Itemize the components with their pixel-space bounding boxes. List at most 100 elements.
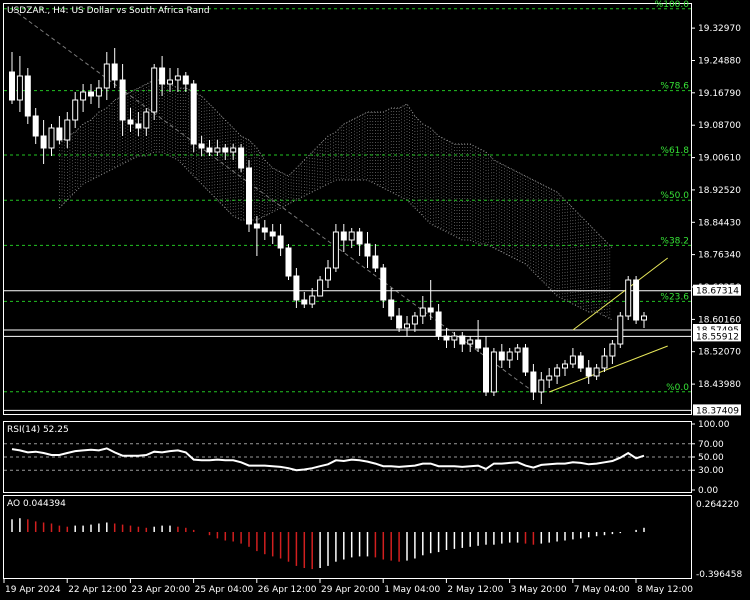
rsi-tick-label: 0.00 [698, 486, 718, 496]
time-tick-label: 22 Apr 12:00 [68, 585, 127, 595]
candle-body-bearish [222, 147, 229, 153]
candle-body-bearish [530, 371, 537, 393]
candle-body-bearish [293, 275, 300, 301]
candle-body-bearish [261, 227, 268, 233]
time-tick-label: 3 May 20:00 [511, 585, 567, 595]
fib-level-label: %61.8 [660, 146, 689, 156]
candle-body-bearish [190, 83, 197, 145]
candle-body-bullish [419, 307, 426, 317]
fib-level-label: %23.6 [660, 292, 689, 302]
candle-body-bullish [554, 367, 561, 377]
candle [522, 344, 529, 376]
price-tick-label: 18.84430 [698, 218, 741, 228]
candle-body-bullish [80, 91, 87, 101]
time-tick-label: 2 May 12:00 [447, 585, 503, 595]
rsi-title: RSI(14) 52.25 [7, 425, 69, 435]
price-tick-label: 18.43980 [698, 380, 741, 390]
price-tick-label: 18.76340 [698, 251, 741, 261]
fib-level-label: %100.0 [655, 0, 690, 10]
candle [617, 312, 624, 348]
candle-body-bearish [88, 91, 94, 97]
candle [190, 80, 197, 152]
candle-body-bearish [522, 347, 529, 373]
candle-body-bearish [277, 235, 284, 249]
price-level-label: 18.67314 [696, 287, 739, 297]
price-level-label: 18.37409 [696, 406, 739, 416]
time-tick-label: 1 May 04:00 [384, 585, 440, 595]
candle [151, 64, 158, 120]
candle-body-bullish [562, 363, 568, 369]
time-tick-label: 19 Apr 2024 [5, 585, 61, 595]
time-tick-label: 29 Apr 20:00 [321, 585, 380, 595]
candle-body-bearish [427, 307, 434, 313]
candle-body-bearish [459, 335, 466, 345]
candle-body-bearish [40, 135, 47, 149]
candle-body-bullish [332, 231, 339, 269]
price-tick-label: 18.52070 [698, 348, 741, 358]
candle-body-bearish [269, 231, 276, 237]
candle-body-bearish [111, 63, 118, 81]
rsi-tick-label: 100.00 [698, 420, 730, 430]
ao-tick-label: -0.396458 [696, 570, 742, 580]
candle-body-bearish [56, 127, 63, 141]
fib-level-label: %50.0 [660, 191, 689, 201]
rsi-tick-label: 70.00 [698, 440, 724, 450]
candle-body-bullish [230, 147, 237, 153]
candle-body-bullish [48, 127, 55, 149]
candle-body-bearish [633, 279, 640, 321]
candle-body-bullish [506, 351, 513, 361]
candle-body-bullish [309, 295, 316, 305]
candle [490, 348, 497, 396]
candle-body-bullish [625, 279, 632, 317]
price-tick-label: 18.60160 [698, 315, 741, 325]
candle-body-bearish [443, 335, 450, 341]
fib-level-label: %0.0 [666, 383, 689, 393]
candle-body-bearish [388, 299, 395, 317]
candle-body-bearish [32, 115, 39, 137]
candle-body-bearish [238, 147, 245, 169]
price-tick-label: 18.92520 [698, 186, 741, 196]
candle-body-bearish [285, 247, 292, 277]
price-tick-label: 19.32970 [698, 24, 741, 34]
chart-title: USDZAR., H4: US Dollar vs South Africa R… [7, 6, 210, 16]
candle-body-bullish [143, 111, 150, 129]
price-tick-label: 19.16790 [698, 89, 741, 99]
candle-body-bullish [95, 87, 102, 97]
candle [246, 160, 252, 232]
candle-body-bullish [617, 315, 624, 345]
candle-body-bearish [24, 75, 31, 117]
candle-body-bullish [538, 379, 545, 393]
candle-body-bullish [641, 315, 647, 321]
candle-body-bullish [404, 323, 410, 329]
candle-body-bearish [9, 71, 15, 101]
candle [625, 276, 632, 320]
ao-tick-label: 0.264220 [696, 500, 739, 510]
fib-level-label: %78.6 [660, 82, 689, 92]
candle-body-bullish [546, 375, 553, 381]
candle-body-bearish [119, 79, 126, 121]
candle-body-bullish [609, 343, 616, 357]
candle-body-bullish [514, 347, 521, 353]
candle-body-bullish [490, 351, 497, 393]
candle-body-bearish [198, 143, 205, 149]
ao-title: AO 0.044394 [7, 499, 66, 509]
candle-body-bullish [451, 335, 458, 341]
time-tick-label: 8 May 12:00 [637, 585, 693, 595]
candle-body-bearish [483, 347, 489, 393]
time-tick-label: 25 Apr 04:00 [195, 585, 254, 595]
candle-body-bearish [396, 315, 403, 329]
candle-body-bearish [435, 311, 442, 337]
rsi-tick-label: 30.00 [698, 466, 724, 476]
candle-body-bearish [364, 243, 371, 257]
candle-body-bearish [159, 67, 166, 85]
price-level-label: 18.55912 [696, 332, 739, 342]
candle-body-bullish [72, 99, 79, 121]
candle-body-bullish [325, 267, 331, 281]
candle [285, 244, 292, 280]
candle-body-bearish [585, 367, 592, 377]
candle [633, 276, 640, 324]
candle-body-bullish [151, 67, 158, 113]
fib-level-label: %38.2 [660, 236, 689, 246]
candle-body-bearish [301, 299, 308, 305]
candle-body-bullish [348, 231, 355, 241]
